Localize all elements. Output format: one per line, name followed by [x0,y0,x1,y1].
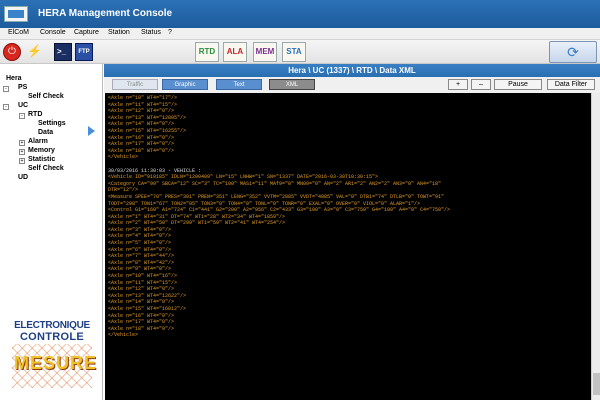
menu-status[interactable]: Status [141,29,161,36]
sta-mode-button[interactable]: STA [282,42,306,62]
tree-node-settings[interactable]: Settings [38,120,66,127]
menu-capture[interactable]: Capture [74,29,99,36]
tree-node-ps[interactable]: PS [18,84,27,91]
mem-mode-button[interactable]: MEM [253,42,277,62]
console-line: <Axle n="2" WT4="50" DT="299" WT1="59" W… [108,220,286,227]
app-logo-icon [4,6,28,22]
tree-node-uc[interactable]: UC [18,102,28,109]
tree-node-memory[interactable]: Memory [28,147,55,154]
console-line: <Vehicle ID="919185" IDLN="1200409" LN="… [108,174,379,181]
xml-console-output[interactable]: <Axle n="10" WT4="17"/> <Axle n="11" WT4=… [105,93,591,400]
console-line: <Axle n="14" WT4="0"/> [108,299,175,306]
power-icon[interactable] [3,43,21,61]
tab-traffic[interactable]: Traffic [112,79,158,90]
logo-line-1: ELECTRONIQUE [14,320,90,331]
tab-xml[interactable]: XML [269,79,315,90]
console-line: <Measure SPEE="70" PRES="301" PREN="351"… [108,193,445,200]
expand-memory-icon[interactable]: + [19,149,25,155]
console-scrollbar[interactable] [591,93,600,400]
console-line: <Axle n="16" WT4="0"/> [108,134,175,141]
console-line: <Axle n="9" WT4="0"/> [108,266,172,273]
logo-line-3: MESURE [14,353,98,373]
console-line: <Axle n="7" WT4="44"/> [108,253,175,260]
console-line: <Axle n="8" WT4="42"/> [108,259,175,266]
window-title: HERA Management Console [38,8,173,19]
view-toolbar: Traffic Graphic Text XML + – Pause Data … [104,77,600,93]
logo-line-2: CONTROLE [19,331,85,343]
tree-node-data[interactable]: Data [38,129,53,136]
console-line: <Control G1="160" A1="724" C1="441" G2="… [108,207,451,214]
menu-help[interactable]: ? [168,29,172,36]
expand-alarm-icon[interactable]: + [19,140,25,146]
console-line: DTR="12"/> [108,187,139,194]
console-line: <Axle n="15" WT4="16012"/> [108,306,187,312]
console-line: <Axle n="16" WT4="0"/> [108,312,175,319]
console-line: <Axle n="18" WT4="0"/> [108,147,175,154]
connect-plug-icon[interactable] [24,43,42,61]
collapse-rtd-icon[interactable]: - [19,113,25,119]
console-line: <Axle n="14" WT4="0"/> [108,121,175,128]
console-line: <Axle n="5" WT4="0"/> [108,240,172,247]
collapse-uc-icon[interactable]: - [3,104,9,110]
menu-bar: ElCoM Console Capture Station Status ? [0,28,600,40]
data-filter-button[interactable]: Data Filter [547,79,595,90]
menu-elcom[interactable]: ElCoM [8,29,29,36]
refresh-button[interactable]: ⟳ [549,41,597,63]
console-line: <Axle n="15" WT4="16255"/> [108,127,187,134]
console-line: </Vehicle> [108,154,139,161]
console-line: <Axle n="17" WT4="0"/> [108,319,175,326]
zoom-in-button[interactable]: + [448,79,468,90]
title-bar: HERA Management Console [0,0,600,28]
console-line: <Axle n="4" WT4="0"/> [108,233,172,240]
collapse-ps-icon[interactable]: - [3,86,9,92]
toolbar: FTP RTD ALA MEM STA ⟳ [0,40,600,64]
console-line: <Axle n="13" WT4="12805"/> [108,114,187,121]
menu-console[interactable]: Console [40,29,66,36]
ala-mode-button[interactable]: ALA [223,42,247,62]
tree-node-rtd[interactable]: RTD [28,111,42,118]
company-logo: ELECTRONIQUE CONTROLE MESURE [10,320,98,392]
console-line: <Axle n="17" WT4="0"/> [108,141,175,148]
expand-statistic-icon[interactable]: + [19,158,25,164]
console-line: <Axle n="12" WT4="0"/> [108,286,175,293]
selection-arrow-icon [88,126,95,136]
tree-node-alarm[interactable]: Alarm [28,138,48,145]
console-line: <Axle n="13" WT4="12622"/> [108,292,187,299]
console-line: <Axle n="10" WT4="17"/> [108,95,178,101]
console-line: <Axle n="1" WT4="31" DT="74" WT1="28" WT… [108,213,286,220]
ftp-button[interactable]: FTP [75,43,93,61]
pause-button[interactable]: Pause [494,79,542,90]
scrollbar-thumb[interactable] [593,373,600,395]
console-line: <Axle n="11" WT4="15"/> [108,279,178,286]
rtd-mode-button[interactable]: RTD [195,42,219,62]
console-line: <Axle n="18" WT4="0"/> [108,325,175,332]
breadcrumb-header: Hera \ UC (1337) \ RTD \ Data XML [104,64,600,77]
tab-graphic[interactable]: Graphic [162,79,208,90]
console-line: </Vehicle> [108,332,139,339]
tab-text[interactable]: Text [216,79,262,90]
console-line: <Axle n="10" WT4="16"/> [108,273,178,280]
menu-station[interactable]: Station [108,29,130,36]
refresh-icon: ⟳ [567,44,579,60]
tree-node-statistic[interactable]: Statistic [28,156,55,163]
tree-root-hera[interactable]: Hera [6,75,22,82]
console-line: <Axle n="6" WT4="0"/> [108,246,172,253]
tree-node-ps-self-check[interactable]: Self Check [28,93,64,100]
terminal-icon[interactable] [54,43,72,61]
tree-node-ud[interactable]: UD [18,174,28,181]
console-line: <Axle n="3" WT4="0"/> [108,226,172,233]
console-line: <Axle n="12" WT4="0"/> [108,108,175,115]
console-line: TODT="298" TON1="67" TON2="95" TON3="0" … [108,200,421,207]
console-line: <Category CA="99" SBCA="12" SC="3" TC="1… [108,180,442,187]
console-line: <Axle n="11" WT4="15"/> [108,101,178,108]
console-timestamp: 30/03/2016 11:30:03 - VEHICLE : [108,167,202,174]
tree-node-uc-self-check[interactable]: Self Check [28,165,64,172]
zoom-out-button[interactable]: – [471,79,491,90]
